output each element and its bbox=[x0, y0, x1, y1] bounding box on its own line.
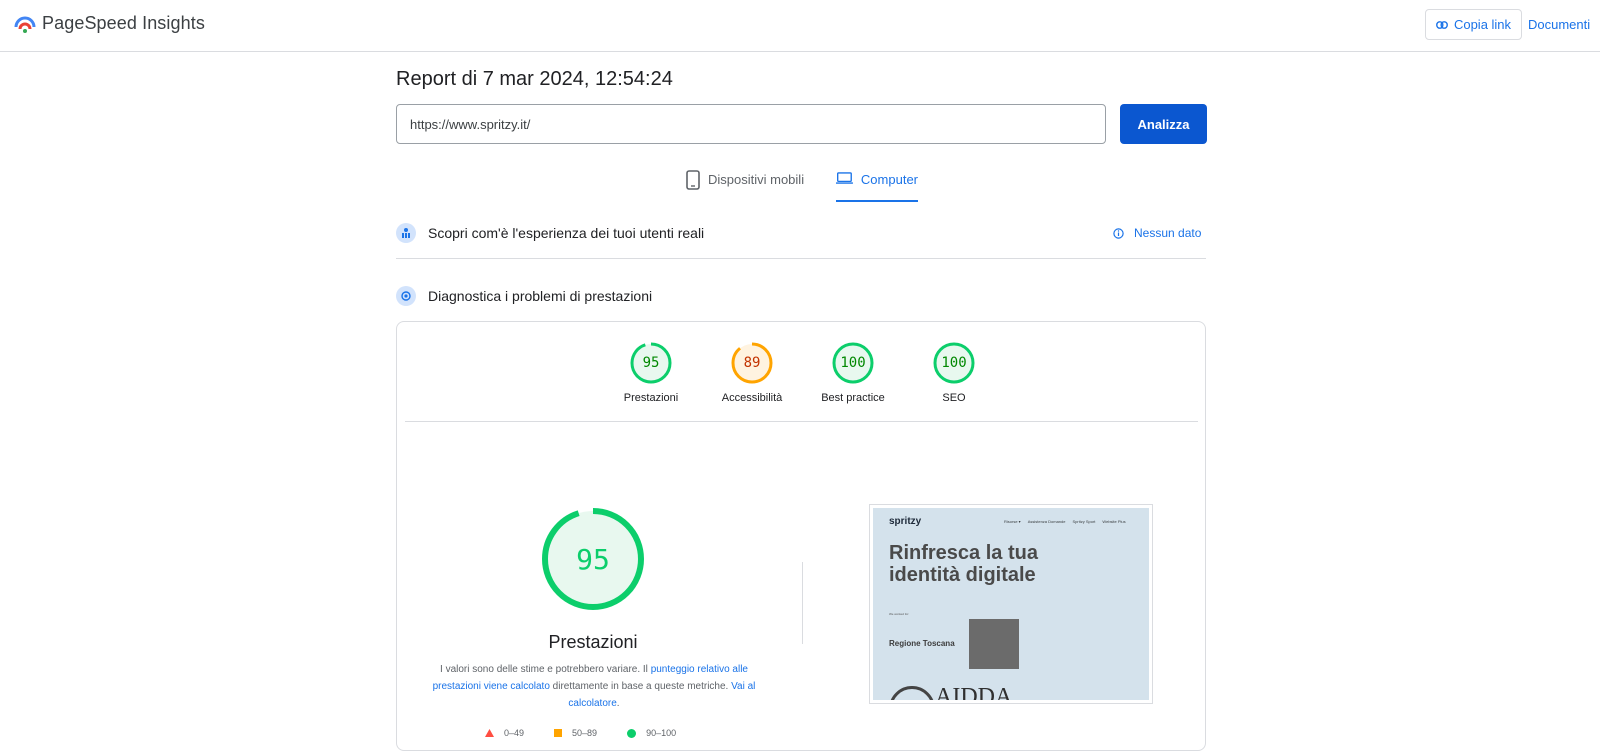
score-value: 100 bbox=[840, 355, 866, 371]
screenshot-nav: Risorse ▾ Assistenza Domande Spritzy Spo… bbox=[1004, 519, 1126, 524]
analyze-button[interactable]: Analizza bbox=[1120, 104, 1207, 144]
tab-desktop[interactable]: Computer bbox=[836, 170, 918, 202]
no-data-link[interactable]: Nessun dato bbox=[1113, 226, 1201, 240]
section-divider bbox=[396, 258, 1206, 259]
copy-link-label: Copia link bbox=[1453, 17, 1512, 32]
score-value: 89 bbox=[743, 355, 761, 371]
legend-range: 90–100 bbox=[646, 728, 677, 738]
score-gauge-seo[interactable]: 100 SEO bbox=[904, 342, 1004, 404]
lab-data-icon bbox=[396, 286, 416, 306]
performance-label: Prestazioni bbox=[548, 632, 638, 652]
screenshot-bottom-text: AIDDA bbox=[935, 684, 1013, 700]
users-icon bbox=[396, 223, 416, 243]
legend-pass: 90–100 bbox=[627, 728, 676, 738]
tab-mobile[interactable]: Dispositivi mobili bbox=[686, 170, 804, 202]
no-data-label: Nessun dato bbox=[1134, 226, 1202, 240]
score-gauge-accessibility[interactable]: 89 Accessibilità bbox=[702, 342, 802, 404]
score-gauge-best-practices[interactable]: 100 Best practice bbox=[803, 342, 903, 404]
circle-icon bbox=[627, 728, 637, 738]
screenshot-image bbox=[969, 619, 1019, 669]
legend-range: 50–89 bbox=[572, 728, 598, 738]
docs-link[interactable]: Documenti bbox=[1528, 17, 1590, 32]
performance-description: I valori sono delle stime e potrebbero v… bbox=[421, 661, 767, 712]
top-bar: PageSpeed Insights Copia link Documenti bbox=[0, 0, 1600, 52]
legend-range: 0–49 bbox=[504, 728, 525, 738]
score-value: 95 bbox=[642, 355, 660, 371]
performance-gauge: 95 bbox=[541, 507, 645, 611]
screenshot-logo: spritzy bbox=[889, 516, 922, 527]
tab-desktop-label: Computer bbox=[860, 172, 918, 187]
report-title: Report di 7 mar 2024, 12:54:24 bbox=[396, 68, 673, 90]
smartphone-icon bbox=[686, 170, 700, 190]
score-legend: 0–49 50–89 90–100 bbox=[485, 728, 676, 738]
legend-average: 50–89 bbox=[554, 728, 597, 738]
diagnose-section: Diagnostica i problemi di prestazioni bbox=[396, 281, 1206, 311]
app-brand[interactable]: PageSpeed Insights bbox=[42, 13, 205, 34]
screenshot-badge bbox=[889, 686, 935, 700]
screenshot-nav-item: Assistenza Domande bbox=[1027, 519, 1066, 524]
screenshot-headline: Rinfresca la tua identità digitale bbox=[889, 542, 1038, 586]
laptop-icon bbox=[836, 172, 853, 184]
desc-text: . bbox=[616, 698, 620, 709]
score-label: Accessibilità bbox=[721, 392, 783, 404]
legend-fail: 0–49 bbox=[485, 728, 524, 738]
copy-link-button[interactable]: Copia link bbox=[1425, 9, 1522, 40]
pagespeed-logo-icon[interactable] bbox=[14, 13, 36, 35]
screenshot-nav-item: Spritzy Sport bbox=[1072, 519, 1096, 524]
screenshot-nav-item: Website Plus bbox=[1102, 519, 1126, 524]
tab-mobile-label: Dispositivi mobili bbox=[708, 172, 805, 187]
score-label: Prestazioni bbox=[623, 392, 679, 404]
screenshot-content: spritzy Risorse ▾ Assistenza Domande Spr… bbox=[873, 508, 1149, 700]
diagnose-label: Diagnostica i problemi di prestazioni bbox=[428, 288, 653, 304]
performance-score: 95 bbox=[576, 542, 610, 576]
vertical-divider bbox=[802, 562, 803, 644]
info-icon bbox=[1113, 227, 1124, 239]
screenshot-nav-item: Risorse ▾ bbox=[1004, 519, 1021, 524]
report-card: 95 Prestazioni 89 Accessibilità 100 Best… bbox=[396, 321, 1206, 751]
field-data-section: Scopri com'è l'esperienza dei tuoi utent… bbox=[396, 218, 1206, 248]
link-icon bbox=[1436, 20, 1448, 29]
score-label: SEO bbox=[942, 392, 966, 404]
url-input[interactable] bbox=[396, 104, 1106, 144]
screenshot-small-text: We worked for: bbox=[889, 612, 910, 616]
field-data-label: Scopri com'è l'esperienza dei tuoi utent… bbox=[428, 225, 705, 241]
score-gauge-performance[interactable]: 95 Prestazioni bbox=[601, 342, 701, 404]
page-screenshot[interactable]: spritzy Risorse ▾ Assistenza Domande Spr… bbox=[869, 504, 1153, 704]
screenshot-client: Regione Toscana bbox=[889, 639, 955, 648]
desc-text: I valori sono delle stime e potrebbero v… bbox=[440, 664, 651, 675]
card-divider bbox=[405, 421, 1198, 422]
score-value: 100 bbox=[941, 355, 967, 371]
desc-text: direttamente in base a queste metriche. bbox=[549, 681, 732, 692]
score-label: Best practice bbox=[821, 392, 885, 404]
